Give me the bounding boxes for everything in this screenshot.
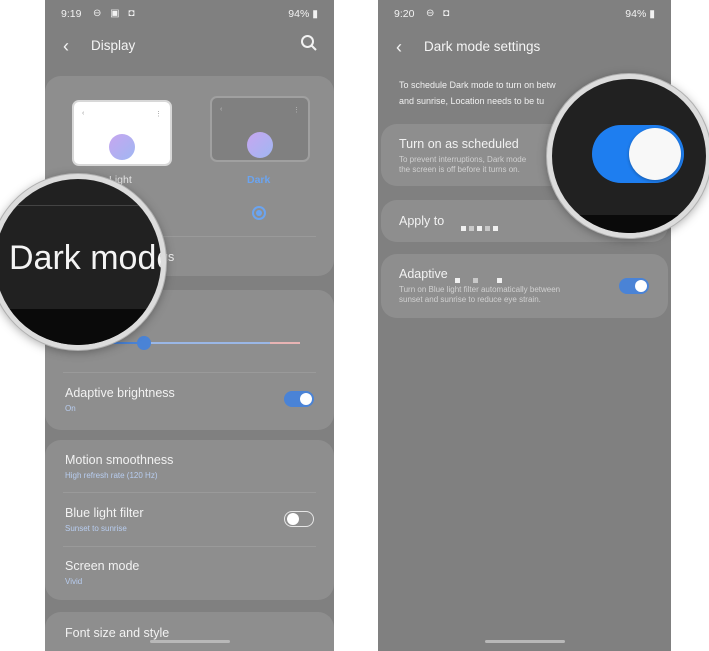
adaptive-desc1: Turn on Blue light filter automatically … [399,285,561,294]
magnifier-scheduled-toggle [547,74,709,238]
screen-mode-title[interactable]: Screen mode [65,559,139,573]
home-indicator [149,640,230,643]
adaptive-brightness-title: Adaptive brightness [65,386,175,400]
dark-label: Dark [247,174,271,186]
dark-radio[interactable] [252,206,266,220]
font-card: Font size and style [45,612,334,651]
battery-level: 94% ▮ [288,8,318,20]
status-time: 9:19 [61,8,82,20]
adaptive-desc2: sunset and sunrise to reduce eye strain. [399,295,541,304]
light-theme-preview[interactable]: ‹ ⋮ [72,100,172,166]
status-bar: 9:19 ⊖ ▣ ◘ 94% ▮ [45,8,334,22]
status-bar: 9:20 ⊖ ◘ 94% ▮ [378,8,671,22]
notification-icons: ⊖ ▣ ◘ [93,8,138,19]
page-title: Display [91,38,136,53]
adaptive-brightness-status: On [65,404,76,413]
turn-on-scheduled-desc1: To prevent interruptions, Dark mode [399,155,527,164]
turn-on-scheduled-title: Turn on as scheduled [399,137,519,151]
status-time: 9:20 [394,8,415,20]
dark-theme-preview[interactable]: ‹ ⋮ [210,96,310,162]
battery-level: 94% ▮ [625,8,655,20]
scheduled-toggle[interactable] [592,125,684,183]
adaptive-toggle[interactable] [619,278,649,294]
motion-smoothness-title[interactable]: Motion smoothness [65,453,173,467]
adaptive-brightness-toggle[interactable] [284,391,314,407]
back-arrow-icon[interactable]: ‹ [396,37,402,58]
apply-to-title: Apply to [399,214,445,228]
location-notice-line2: and sunrise, Location needs to be tu [399,96,545,106]
turn-on-scheduled-desc2: the screen is off before it turns on. [399,165,520,174]
search-icon[interactable] [300,34,318,52]
adaptive-title: Adaptive [399,267,448,281]
page-title: Dark mode settings [424,39,541,54]
notification-icons: ⊖ ◘ [426,8,453,19]
location-notice-line1: To schedule Dark mode to turn on betw [399,80,556,90]
blue-light-filter-title[interactable]: Blue light filter [65,506,144,520]
blue-light-filter-value: Sunset to sunrise [65,524,127,533]
display-options-card: Motion smoothness High refresh rate (120… [45,440,334,600]
apply-to-value-redacted [461,218,501,236]
back-arrow-icon[interactable]: ‹ [63,36,69,57]
magnifier-dark-mode: Dark mode [0,174,166,350]
app-header: ‹ Dark mode settings [378,35,671,65]
motion-smoothness-value: High refresh rate (120 Hz) [65,471,158,480]
app-header: ‹ Display [45,34,334,64]
magnified-dark-mode-text: Dark mode [9,239,166,277]
adaptive-card: Adaptive Turn on Blue light filter autom… [381,254,668,318]
screen-mode-value: Vivid [65,577,83,586]
font-size-style-title[interactable]: Font size and style [65,626,169,640]
home-indicator [484,640,565,643]
blue-light-filter-toggle[interactable] [284,511,314,527]
